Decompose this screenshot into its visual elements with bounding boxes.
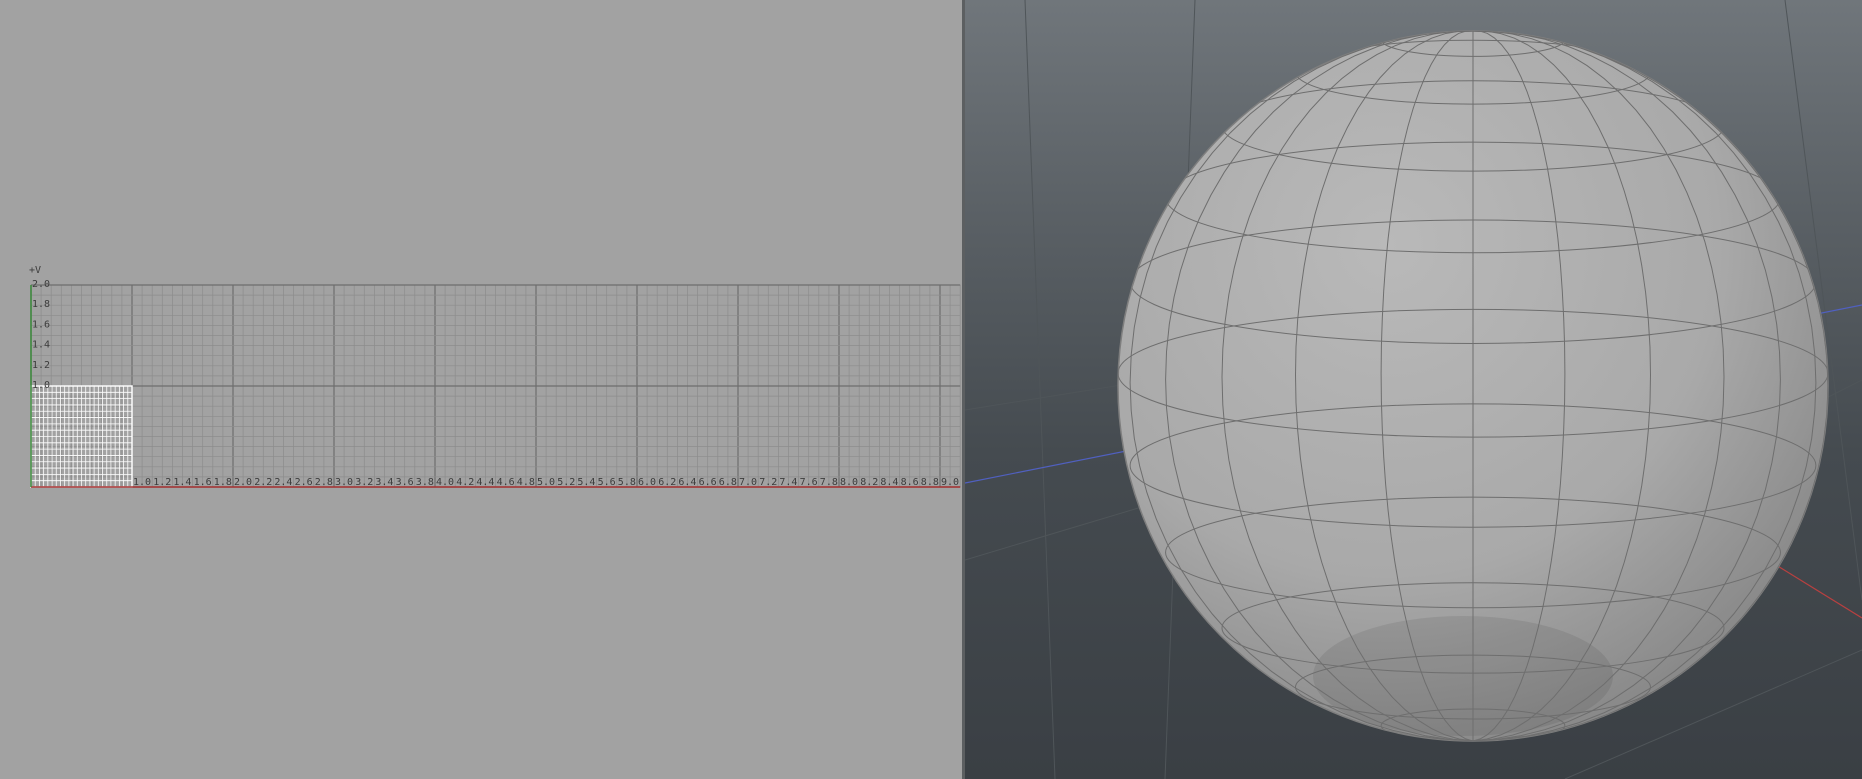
u-tick-label: 4.0 bbox=[436, 477, 454, 488]
u-tick-label: 7.2 bbox=[759, 477, 777, 488]
u-tick-label: 3.4 bbox=[375, 477, 393, 488]
u-tick-label: 8.8 bbox=[921, 477, 939, 488]
u-tick-label: 4.2 bbox=[456, 477, 474, 488]
u-tick-label: 3.8 bbox=[416, 477, 434, 488]
u-tick-label: 7.0 bbox=[739, 477, 757, 488]
u-tick-label: 4.4 bbox=[476, 477, 494, 488]
u-tick-label: 5.2 bbox=[557, 477, 575, 488]
u-tick-label: 3.0 bbox=[335, 477, 353, 488]
u-tick-label: 6.4 bbox=[678, 477, 696, 488]
u-tick-label: 5.0 bbox=[537, 477, 555, 488]
sphere-shadow bbox=[1313, 616, 1613, 736]
u-tick-label: 7.6 bbox=[800, 477, 818, 488]
u-tick-label: 8.4 bbox=[880, 477, 898, 488]
u-tick-label: 1.0 bbox=[133, 477, 151, 488]
u-tick-label: 4.8 bbox=[517, 477, 535, 488]
v-tick-label: 1.2 bbox=[32, 360, 50, 371]
u-tick-label: 3.2 bbox=[355, 477, 373, 488]
u-tick-label: 9.0 bbox=[941, 477, 959, 488]
u-tick-label: 7.4 bbox=[779, 477, 797, 488]
u-tick-label: 1.2 bbox=[153, 477, 171, 488]
3d-viewport-canvas[interactable] bbox=[965, 0, 1862, 779]
uv-editor-panel[interactable]: +V 2.0 1.8 1.6 1.4 1.2 1.0 1.0 1.2 1.4 1.6 1.8 2.0 2.… bbox=[0, 0, 962, 779]
v-tick-label: 1.0 bbox=[32, 380, 50, 391]
u-tick-label: 6.2 bbox=[658, 477, 676, 488]
uv-editor-canvas[interactable]: +V2.01.81.61.41.21.01.0 1.2 1.4 1.6 1.8 2.0 2.… bbox=[0, 0, 962, 779]
u-tick-label: 2.0 bbox=[234, 477, 252, 488]
u-tick-label: 6.6 bbox=[699, 477, 717, 488]
u-tick-label: 5.8 bbox=[618, 477, 636, 488]
v-axis-label: +V bbox=[29, 265, 41, 276]
u-tick-label: 4.6 bbox=[497, 477, 515, 488]
u-tick-label: 1.6 bbox=[194, 477, 212, 488]
uv-grid bbox=[30, 284, 961, 488]
v-tick-label: 1.8 bbox=[32, 299, 50, 310]
u-tick-label: 2.4 bbox=[274, 477, 292, 488]
v-tick-label: 1.6 bbox=[32, 319, 50, 330]
grid-line bbox=[1024, 0, 1056, 779]
u-tick-label: 2.6 bbox=[295, 477, 313, 488]
u-tick-label: 8.0 bbox=[840, 477, 858, 488]
u-tick-label: 2.2 bbox=[254, 477, 272, 488]
v-tick-label: 1.4 bbox=[32, 340, 50, 351]
u-tick-label: 6.0 bbox=[638, 477, 656, 488]
u-tick-label: 1.4 bbox=[173, 477, 191, 488]
u-tick-label: 8.2 bbox=[860, 477, 878, 488]
3d-viewport-panel[interactable] bbox=[965, 0, 1862, 779]
u-tick-label: 7.8 bbox=[820, 477, 838, 488]
u-tick-label: 8.6 bbox=[901, 477, 919, 488]
u-tick-label: 5.6 bbox=[598, 477, 616, 488]
u-tick-label: 2.8 bbox=[315, 477, 333, 488]
u-tick-label: 3.6 bbox=[396, 477, 414, 488]
u-tick-label: 1.8 bbox=[214, 477, 232, 488]
sphere-mesh[interactable] bbox=[1117, 23, 1829, 742]
u-tick-label: 6.8 bbox=[719, 477, 737, 488]
v-tick-label: 2.0 bbox=[32, 279, 50, 290]
u-tick-label: 5.4 bbox=[577, 477, 595, 488]
uv-island[interactable] bbox=[30, 385, 133, 488]
